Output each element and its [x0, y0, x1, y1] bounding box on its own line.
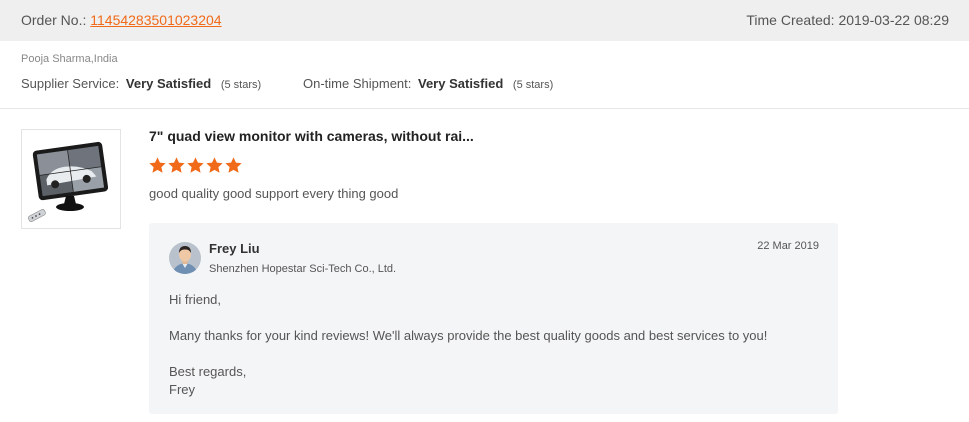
star-icon [225, 157, 242, 173]
buyer-review-text: good quality good support every thing go… [149, 186, 399, 201]
reply-date: 22 Mar 2019 [757, 240, 819, 252]
reply-author-name: Frey Liu [209, 241, 260, 256]
time-created: Time Created: 2019-03-22 08:29 [746, 12, 949, 28]
reply-signature: Frey [169, 382, 195, 397]
star-icon [168, 157, 185, 173]
order-header-bar: Order No.: 11454283501023204 Time Create… [0, 0, 969, 41]
star-icon [149, 157, 166, 173]
on-time-shipment-label: On-time Shipment: [303, 76, 412, 91]
monitor-product-image [27, 141, 109, 222]
buyer-info-section: Pooja Sharma,India Supplier Service: Ver… [0, 41, 969, 109]
supplier-service-label: Supplier Service: [21, 76, 120, 91]
product-star-rating [148, 156, 243, 178]
star-icon [206, 157, 223, 173]
order-number-link[interactable]: 11454283501023204 [90, 12, 221, 28]
avatar-icon [169, 242, 201, 274]
time-created-label: Time Created: [746, 12, 835, 28]
on-time-shipment-rating: On-time Shipment: Very Satisfied (5 star… [303, 76, 553, 91]
on-time-shipment-value: Very Satisfied [418, 76, 504, 91]
order-review-card: Order No.: 11454283501023204 Time Create… [0, 0, 969, 422]
reply-author-company: Shenzhen Hopestar Sci-Tech Co., Ltd. [209, 263, 397, 275]
buyer-name: Pooja Sharma,India [21, 53, 118, 65]
order-number-group: Order No.: 11454283501023204 [21, 12, 222, 28]
order-number-label: Order No.: [21, 12, 87, 28]
supplier-service-rating: Supplier Service: Very Satisfied (5 star… [21, 76, 261, 91]
reply-signoff: Best regards, [169, 364, 247, 379]
supplier-reply-box: Frey Liu Shenzhen Hopestar Sci-Tech Co.,… [149, 223, 838, 414]
reply-greeting: Hi friend, [169, 292, 222, 307]
reply-main-text: Many thanks for your kind reviews! We'll… [169, 328, 768, 343]
product-title-link[interactable]: 7" quad view monitor with cameras, witho… [149, 128, 474, 144]
star-icon [187, 157, 204, 173]
on-time-shipment-stars-count: (5 stars) [512, 79, 554, 91]
reply-message: Hi friend, Many thanks for your kind rev… [169, 291, 819, 399]
supplier-service-value: Very Satisfied [125, 76, 212, 91]
supplier-service-stars-count: (5 stars) [220, 79, 262, 91]
time-created-value: 2019-03-22 08:29 [838, 12, 949, 28]
product-thumbnail[interactable] [21, 129, 121, 229]
